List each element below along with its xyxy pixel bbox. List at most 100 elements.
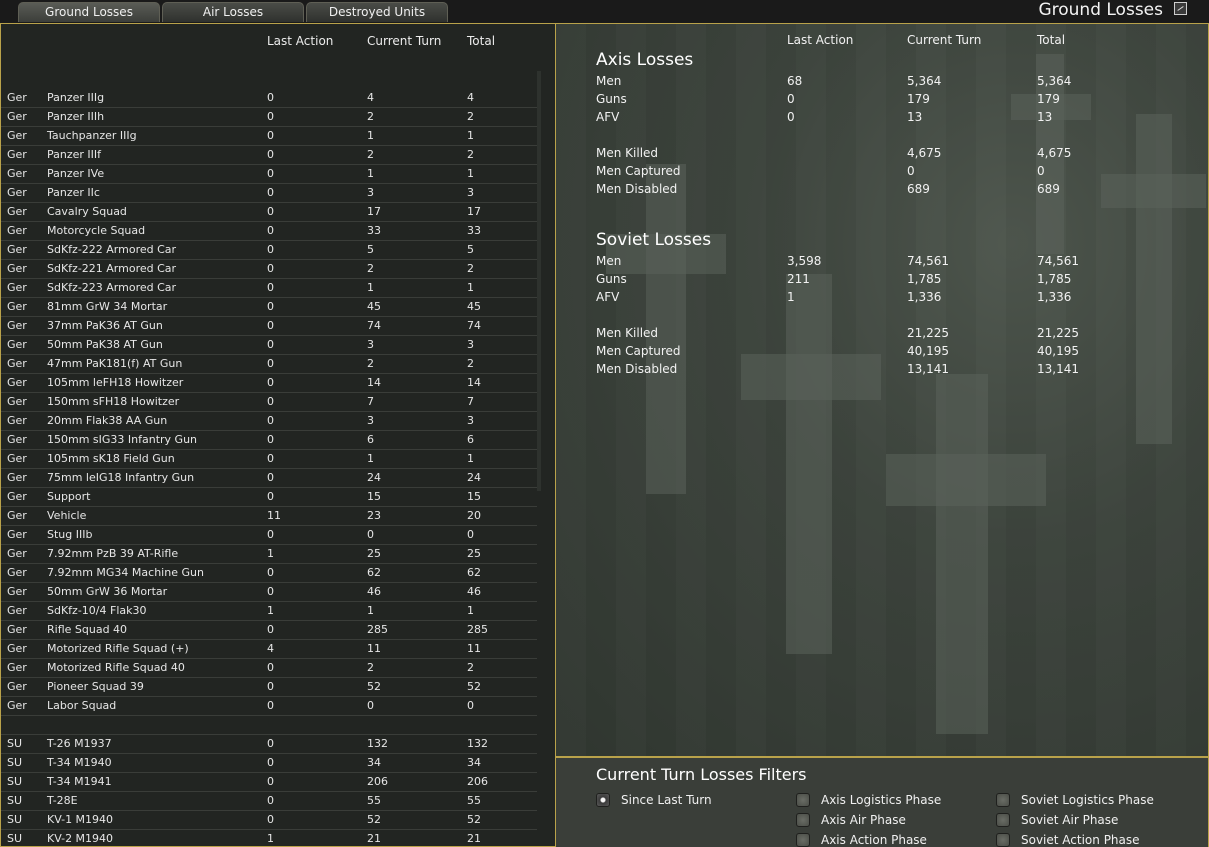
side-cell: Ger (7, 281, 27, 294)
summary-row-label: AFV (596, 110, 620, 124)
table-row[interactable]: Ger Motorized Rifle Squad (+) 4 11 11 (1, 640, 537, 659)
unit-name-cell: KV-1 M1940 (47, 813, 114, 826)
table-row[interactable]: SU T-34 M1941 0 206 206 (1, 773, 537, 792)
table-row[interactable]: Ger Tauchpanzer IIIg 0 1 1 (1, 127, 537, 146)
window-title: Ground Losses (1038, 0, 1163, 20)
last-action-cell: 1 (267, 832, 274, 845)
filter-label-4[interactable]: Soviet Logistics Phase (1021, 793, 1154, 807)
column-header-total[interactable]: Total (467, 34, 495, 48)
table-row[interactable]: Ger Cavalry Squad 0 17 17 (1, 203, 537, 222)
table-row[interactable]: Ger 105mm sK18 Field Gun 0 1 1 (1, 450, 537, 469)
filter-radio-6[interactable] (996, 833, 1010, 847)
table-row[interactable]: Ger Motorcycle Squad 0 33 33 (1, 222, 537, 241)
filter-radio-2[interactable] (796, 813, 810, 827)
table-row[interactable]: SU T-28E 0 55 55 (1, 792, 537, 811)
summary-row-label: Guns (596, 92, 627, 106)
summary-row-label: Men Captured (596, 164, 681, 178)
filter-label-3[interactable]: Axis Action Phase (821, 833, 927, 847)
unit-name-cell: Support (47, 490, 91, 503)
table-row[interactable]: Ger Panzer IIc 0 3 3 (1, 184, 537, 203)
unit-name-cell: 20mm Flak38 AA Gun (47, 414, 168, 427)
summary-total: 74,561 (1037, 254, 1079, 268)
table-row[interactable]: Ger Labor Squad 0 0 0 (1, 697, 537, 716)
summary-row-label: Men Killed (596, 326, 659, 340)
table-row[interactable]: Ger SdKfz-221 Armored Car 0 2 2 (1, 260, 537, 279)
table-row[interactable]: Ger 37mm PaK36 AT Gun 0 74 74 (1, 317, 537, 336)
last-action-cell: 0 (267, 186, 274, 199)
table-row[interactable]: Ger 150mm sIG33 Infantry Gun 0 6 6 (1, 431, 537, 450)
table-row[interactable]: Ger 50mm PaK38 AT Gun 0 3 3 (1, 336, 537, 355)
tab-bar: Ground Losses Air Losses Destroyed Units… (0, 0, 1209, 23)
filter-radio-5[interactable] (996, 813, 1010, 827)
unit-name-cell: T-28E (47, 794, 78, 807)
table-row[interactable]: Ger Vehicle 11 23 20 (1, 507, 537, 526)
table-row[interactable]: SU KV-2 M1940 1 21 21 (1, 830, 537, 846)
table-row[interactable]: Ger 7.92mm MG34 Machine Gun 0 62 62 (1, 564, 537, 583)
table-row[interactable]: Ger Panzer IIIh 0 2 2 (1, 108, 537, 127)
table-row[interactable]: Ger Support 0 15 15 (1, 488, 537, 507)
unit-name-cell: Panzer IIIg (47, 91, 105, 104)
filter-label-6[interactable]: Soviet Action Phase (1021, 833, 1140, 847)
summary-total: 13 (1037, 110, 1053, 124)
column-header-current-turn[interactable]: Current Turn (367, 34, 441, 48)
table-scrollbar[interactable] (537, 71, 541, 491)
last-action-cell: 0 (267, 433, 274, 446)
side-cell: SU (7, 756, 23, 769)
table-row[interactable]: Ger Stug IIIb 0 0 0 (1, 526, 537, 545)
last-action-cell: 0 (267, 756, 274, 769)
column-header-last-action[interactable]: Last Action (267, 34, 333, 48)
current-turn-cell: 0 (367, 699, 374, 712)
table-row[interactable]: SU T-34 M1940 0 34 34 (1, 754, 537, 773)
filter-label-0[interactable]: Since Last Turn (621, 793, 712, 807)
table-row[interactable]: Ger 81mm GrW 34 Mortar 0 45 45 (1, 298, 537, 317)
tab-destroyed-units[interactable]: Destroyed Units (306, 2, 448, 22)
side-cell: Ger (7, 642, 27, 655)
total-cell: 15 (467, 490, 481, 503)
table-row[interactable]: Ger 50mm GrW 36 Mortar 0 46 46 (1, 583, 537, 602)
filter-radio-1[interactable] (796, 793, 810, 807)
table-row[interactable]: Ger Motorized Rifle Squad 40 0 2 2 (1, 659, 537, 678)
table-row[interactable]: Ger 20mm Flak38 AA Gun 0 3 3 (1, 412, 537, 431)
total-cell: 285 (467, 623, 488, 636)
table-row[interactable]: Ger SdKfz-222 Armored Car 0 5 5 (1, 241, 537, 260)
table-row[interactable]: Ger Panzer IIIg 0 4 4 (1, 89, 537, 108)
table-row[interactable]: Ger Pioneer Squad 39 0 52 52 (1, 678, 537, 697)
filter-label-2[interactable]: Axis Air Phase (821, 813, 906, 827)
table-row[interactable]: Ger SdKfz-10/4 Flak30 1 1 1 (1, 602, 537, 621)
export-icon[interactable] (1174, 2, 1187, 15)
filter-radio-0[interactable] (596, 793, 610, 807)
filter-label-1[interactable]: Axis Logistics Phase (821, 793, 941, 807)
total-cell: 0 (467, 528, 474, 541)
unit-name-cell: 7.92mm PzB 39 AT-Rifle (47, 547, 179, 560)
total-cell: 62 (467, 566, 481, 579)
unit-name-cell: Pioneer Squad 39 (47, 680, 144, 693)
total-cell: 2 (467, 262, 474, 275)
current-turn-cell: 15 (367, 490, 381, 503)
table-row[interactable]: Ger SdKfz-223 Armored Car 0 1 1 (1, 279, 537, 298)
total-cell: 11 (467, 642, 481, 655)
table-row[interactable]: SU KV-1 M1940 0 52 52 (1, 811, 537, 830)
table-row[interactable]: Ger 75mm leIG18 Infantry Gun 0 24 24 (1, 469, 537, 488)
current-turn-cell: 2 (367, 661, 374, 674)
table-row[interactable]: Ger 47mm PaK181(f) AT Gun 0 2 2 (1, 355, 537, 374)
table-row[interactable]: SU T-26 M1937 0 132 132 (1, 735, 537, 754)
table-row[interactable]: Ger 7.92mm PzB 39 AT-Rifle 1 25 25 (1, 545, 537, 564)
table-row[interactable]: Ger Rifle Squad 40 0 285 285 (1, 621, 537, 640)
table-row[interactable]: Ger Panzer IVe 0 1 1 (1, 165, 537, 184)
filter-radio-3[interactable] (796, 833, 810, 847)
table-row[interactable]: Ger 105mm leFH18 Howitzer 0 14 14 (1, 374, 537, 393)
unit-name-cell: Panzer IVe (47, 167, 105, 180)
last-action-cell: 0 (267, 281, 274, 294)
side-cell: Ger (7, 395, 27, 408)
summary-total: 40,195 (1037, 344, 1079, 358)
last-action-cell: 0 (267, 623, 274, 636)
filter-radio-4[interactable] (996, 793, 1010, 807)
filter-label-5[interactable]: Soviet Air Phase (1021, 813, 1118, 827)
table-row[interactable]: Ger Panzer IIIf 0 2 2 (1, 146, 537, 165)
table-row[interactable]: Ger 150mm sFH18 Howitzer 0 7 7 (1, 393, 537, 412)
total-cell: 46 (467, 585, 481, 598)
tab-ground-losses[interactable]: Ground Losses (18, 2, 160, 22)
unit-name-cell: 37mm PaK36 AT Gun (47, 319, 163, 332)
tab-air-losses[interactable]: Air Losses (162, 2, 304, 22)
last-action-cell: 0 (267, 699, 274, 712)
